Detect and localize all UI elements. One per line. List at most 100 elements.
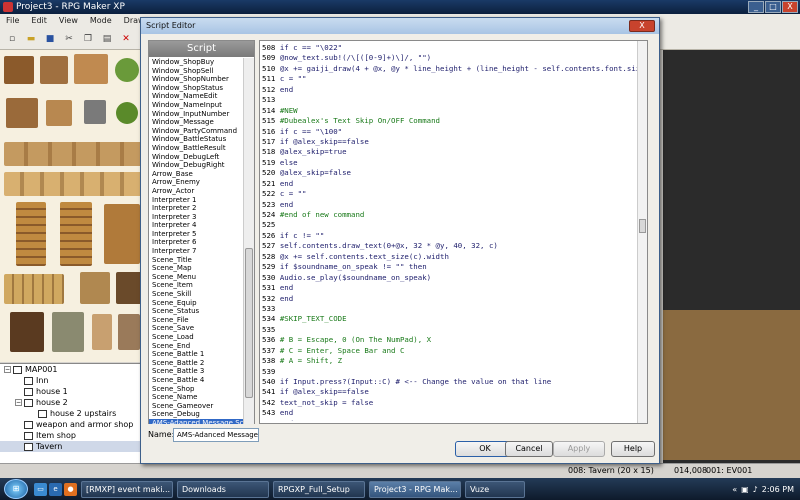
map-tree-item[interactable]: − house 2: [0, 397, 148, 408]
map-tree-item[interactable]: house 2 upstairs: [0, 408, 148, 419]
script-list-item[interactable]: Window_ShopStatus: [149, 84, 244, 93]
script-list-item[interactable]: Window_NameEdit: [149, 92, 244, 101]
cut-icon[interactable]: ✂: [61, 31, 77, 47]
script-list-item[interactable]: Window_DebugRight: [149, 161, 244, 170]
tile-ladder: [16, 202, 46, 266]
script-list-item[interactable]: Scene_Item: [149, 281, 244, 290]
script-list-item[interactable]: Window_ShopBuy: [149, 58, 244, 67]
menu-file[interactable]: File: [6, 14, 19, 28]
map-tree-item-selected[interactable]: Tavern: [0, 441, 148, 452]
script-list-item[interactable]: Arrow_Actor: [149, 187, 244, 196]
dialog-close-button[interactable]: X: [629, 20, 655, 32]
taskbar-item[interactable]: [RMXP] event maki...: [81, 480, 173, 498]
code-text: if c == "\022": [279, 43, 343, 52]
script-list-item[interactable]: Scene_Debug: [149, 410, 244, 419]
code-line: 537 # C = Enter, Space Bar and C: [262, 346, 638, 356]
script-list-item[interactable]: Window_Message: [149, 118, 244, 127]
map-tree-item[interactable]: weapon and armor shop: [0, 419, 148, 430]
tileset-palette[interactable]: [0, 50, 148, 362]
script-list-item[interactable]: Window_ShopSell: [149, 67, 244, 76]
name-field[interactable]: AMS-Adanced Message Sc: [173, 428, 259, 442]
script-list-item[interactable]: Scene_Map: [149, 264, 244, 273]
tile-stairs: [60, 202, 92, 266]
script-list-item[interactable]: Scene_Menu: [149, 273, 244, 282]
tray-arrow-icon[interactable]: «: [732, 485, 737, 494]
firefox-icon[interactable]: ●: [64, 482, 77, 496]
map-tree-item[interactable]: Item shop: [0, 430, 148, 441]
taskbar-item-active[interactable]: Project3 - RPG Mak...: [369, 480, 461, 498]
script-list-item[interactable]: Window_BattleStatus: [149, 135, 244, 144]
script-list-item[interactable]: Interpreter 7: [149, 247, 244, 256]
code-scrollbar[interactable]: [637, 41, 647, 423]
script-list-item[interactable]: Window_NameInput: [149, 101, 244, 110]
minimize-button[interactable]: _: [748, 1, 764, 13]
scroll-thumb[interactable]: [639, 219, 646, 233]
script-list-item[interactable]: Arrow_Base: [149, 170, 244, 179]
script-list-item[interactable]: Scene_Skill: [149, 290, 244, 299]
internet-explorer-icon[interactable]: e: [49, 482, 62, 496]
script-list-scrollbar[interactable]: [243, 58, 254, 424]
taskbar-item[interactable]: Downloads: [177, 480, 269, 498]
script-list-item[interactable]: Scene_Load: [149, 333, 244, 342]
help-button[interactable]: Help: [611, 441, 655, 457]
close-button[interactable]: X: [782, 1, 798, 13]
open-folder-icon[interactable]: ▬: [23, 31, 39, 47]
script-list-item[interactable]: Scene_Gameover: [149, 402, 244, 411]
clock[interactable]: 2:06 PM: [762, 485, 794, 494]
start-button[interactable]: ⊞: [4, 479, 28, 499]
script-list-item[interactable]: Scene_Title: [149, 256, 244, 265]
save-icon[interactable]: ■: [42, 31, 58, 47]
cancel-button[interactable]: Cancel: [505, 441, 553, 457]
paste-icon[interactable]: ▤: [99, 31, 115, 47]
new-file-icon[interactable]: ▫: [4, 31, 20, 47]
script-list-item[interactable]: Scene_End: [149, 342, 244, 351]
line-number: 538: [262, 356, 276, 366]
script-list-item[interactable]: Scene_Battle 1: [149, 350, 244, 359]
desktop-icon[interactable]: ▭: [34, 482, 47, 496]
copy-icon[interactable]: ❐: [80, 31, 96, 47]
taskbar-item[interactable]: RPGXP_Full_Setup: [273, 480, 365, 498]
map-icon: [24, 420, 33, 429]
script-list-item[interactable]: Scene_Battle 3: [149, 367, 244, 376]
volume-icon[interactable]: ♪: [753, 485, 758, 494]
map-canvas[interactable]: [663, 50, 800, 463]
map-tree-item[interactable]: − MAP001: [0, 364, 148, 375]
script-list-item[interactable]: Window_PartyCommand: [149, 127, 244, 136]
script-list-item[interactable]: Interpreter 6: [149, 238, 244, 247]
script-list-item[interactable]: Window_InputNumber: [149, 110, 244, 119]
tile-piano: [10, 312, 44, 352]
script-list-item[interactable]: Scene_Name: [149, 393, 244, 402]
code-editor[interactable]: 508 if c == "\022" 509 @now_text.sub!(/\[…: [259, 40, 648, 424]
script-list-item[interactable]: Window_ShopNumber: [149, 75, 244, 84]
menu-mode[interactable]: Mode: [90, 14, 112, 28]
script-list-item[interactable]: Window_DebugLeft: [149, 153, 244, 162]
menu-edit[interactable]: Edit: [31, 14, 47, 28]
script-list-item[interactable]: Window_BattleResult: [149, 144, 244, 153]
script-list-item[interactable]: Scene_Shop: [149, 385, 244, 394]
script-list-item[interactable]: Interpreter 3: [149, 213, 244, 222]
script-list-item[interactable]: Scene_File: [149, 316, 244, 325]
script-list-item[interactable]: Scene_Equip: [149, 299, 244, 308]
script-list-item[interactable]: Scene_Status: [149, 307, 244, 316]
map-tree-item[interactable]: Inn: [0, 375, 148, 386]
script-list-item[interactable]: Interpreter 1: [149, 196, 244, 205]
taskbar-item[interactable]: Vuze: [465, 480, 525, 498]
line-number: 509: [262, 53, 276, 63]
script-list-item[interactable]: Interpreter 2: [149, 204, 244, 213]
script-list-item[interactable]: Interpreter 4: [149, 221, 244, 230]
script-list-item[interactable]: Scene_Battle 4: [149, 376, 244, 385]
menu-view[interactable]: View: [59, 14, 78, 28]
script-list-item-selected[interactable]: AMS-Adanced Message Script: [149, 418, 244, 424]
script-list-item[interactable]: Scene_Save: [149, 324, 244, 333]
collapse-icon[interactable]: −: [15, 399, 22, 406]
delete-icon[interactable]: ✕: [118, 31, 134, 47]
script-list-item[interactable]: Interpreter 5: [149, 230, 244, 239]
network-icon[interactable]: ▣: [741, 485, 749, 494]
scroll-thumb[interactable]: [245, 248, 253, 398]
script-list-item[interactable]: Scene_Battle 2: [149, 359, 244, 368]
maximize-button[interactable]: □: [765, 1, 781, 13]
collapse-icon[interactable]: −: [4, 366, 11, 373]
apply-button[interactable]: Apply: [553, 441, 605, 457]
script-list-item[interactable]: Arrow_Enemy: [149, 178, 244, 187]
map-tree-item[interactable]: house 1: [0, 386, 148, 397]
